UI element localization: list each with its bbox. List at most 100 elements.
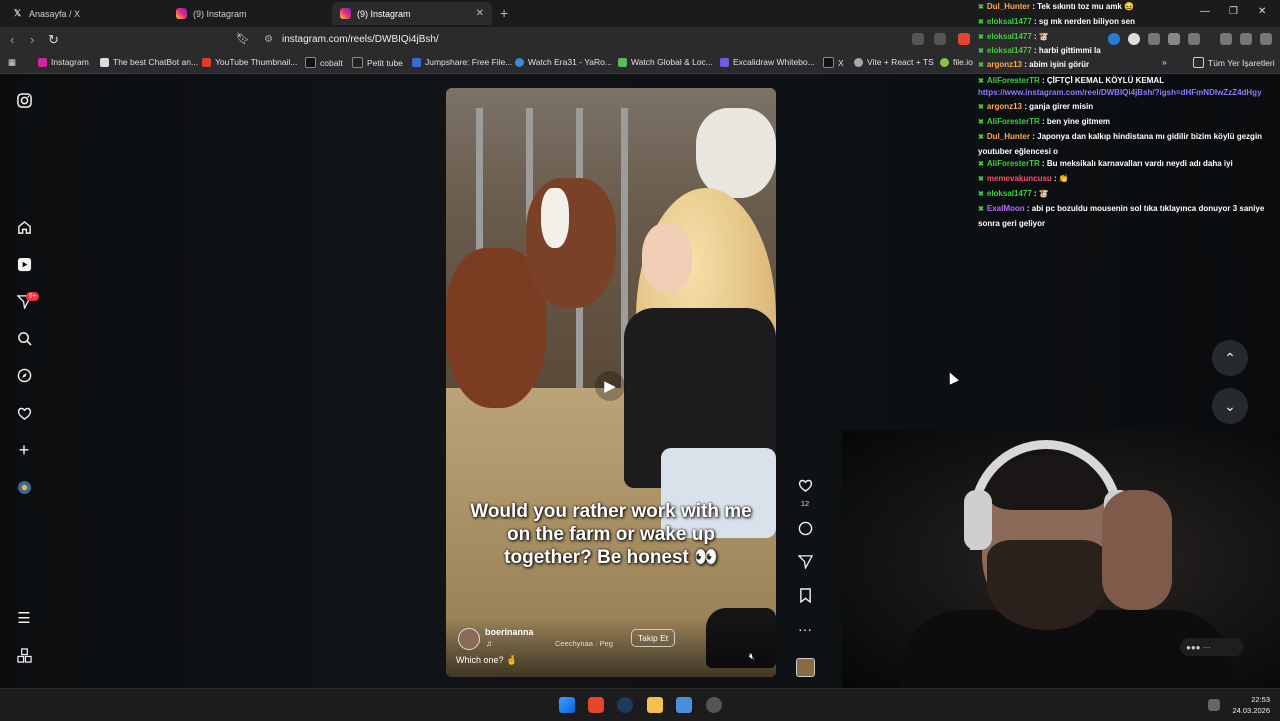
instagram-logo-icon[interactable] — [16, 92, 32, 108]
bookmark-item[interactable]: The best ChatBot an... — [100, 57, 198, 67]
woman-face — [642, 223, 692, 293]
bookmark-item[interactable]: Instagram — [38, 57, 89, 67]
chat-text: : 👏 — [1054, 174, 1069, 183]
chat-message: ✖ AliForesterTR : ben yine gitmem — [978, 115, 1110, 130]
reel-video[interactable]: ▶ Would you rather work with me on the f… — [446, 88, 776, 677]
forward-icon[interactable]: › — [30, 32, 34, 47]
next-reel-button[interactable]: ⌄ — [1212, 388, 1248, 424]
bookmark-label: Vite + React + TS — [867, 57, 934, 67]
chat-user: ExalMoon — [986, 204, 1025, 213]
comment-icon[interactable] — [796, 521, 814, 539]
brave-browser-icon[interactable] — [588, 697, 604, 713]
profile-avatar[interactable] — [16, 479, 32, 495]
apps-grid-icon[interactable]: ▦ — [8, 57, 16, 68]
chat-user: eloksal1477 — [986, 189, 1032, 198]
previous-reel-button[interactable]: ⌃ — [1212, 340, 1248, 376]
chat-badge-icon: ✖ — [978, 4, 984, 11]
follow-button[interactable]: Takip Et — [631, 629, 675, 647]
cow-blaze — [541, 188, 569, 248]
mute-icon[interactable]: 🔇︎ — [749, 651, 755, 662]
bookmark-icon[interactable]: 🔖︎ — [236, 32, 250, 45]
bookmark-item[interactable]: Watch Global & Loc... — [618, 57, 713, 67]
tab-label: (9) Instagram — [357, 8, 411, 19]
bookmark-item[interactable]: YouTube Thumbnail... — [202, 57, 297, 67]
chat-badge-icon: ✖ — [978, 19, 984, 26]
x-logo-icon: 𝕏 — [13, 8, 22, 18]
play-icon[interactable]: ▶ — [595, 371, 625, 401]
app-icon[interactable] — [676, 697, 692, 713]
reload-icon[interactable]: ↻ — [48, 32, 59, 48]
save-bookmark-icon[interactable] — [796, 588, 814, 606]
tab-label: Anasayfa / X — [29, 8, 81, 19]
system-clock[interactable]: 22:53 24.03.2026 — [1232, 694, 1270, 716]
chat-badge-icon: ✖ — [978, 206, 984, 213]
chat-message: ✖ eloksal1477 : 🐮 — [978, 30, 1049, 45]
instagram-icon — [176, 8, 187, 19]
chat-badge-icon: ✖ — [978, 119, 984, 126]
bookmark-item[interactable]: Vite + React + TS — [854, 57, 934, 67]
chat-text: : sg mk nerden biliyon sen — [1034, 17, 1135, 26]
speaker-icon[interactable] — [1208, 699, 1220, 711]
like-count: 12 — [800, 499, 810, 508]
bookmark-label: The best ChatBot an... — [113, 57, 199, 67]
chat-message: ✖ AliForesterTR : Bu meksikalı karnavalla… — [978, 157, 1233, 172]
notifications-heart-icon[interactable] — [16, 405, 32, 421]
file-explorer-icon[interactable] — [647, 697, 663, 713]
explore-icon[interactable] — [16, 367, 32, 383]
audio-track[interactable]: Ceechynaa · Peg — [555, 639, 613, 648]
home-icon[interactable] — [16, 219, 32, 235]
chat-text: : Bu meksikalı karnavalları vardı neydi … — [1042, 159, 1233, 168]
more-options-icon[interactable]: ··· — [796, 621, 814, 637]
new-tab-button[interactable]: + — [500, 5, 508, 21]
chat-message: ✖ Dul_Hunter : Tek sıkıntı toz mu amk 😖 — [978, 0, 1134, 15]
url-field[interactable]: ⚙︎ instagram.com/reels/DWBIQi4jBsh/ — [258, 31, 948, 49]
chat-user: AliForesterTR — [986, 159, 1040, 168]
bookmark-item[interactable]: file.io — [940, 57, 973, 67]
chat-badge-icon: ✖ — [978, 104, 984, 111]
bookmark-item[interactable]: X — [823, 57, 844, 68]
bookmark-item[interactable]: Petit tube — [352, 57, 403, 68]
obs-icon[interactable] — [706, 697, 722, 713]
share-icon[interactable] — [934, 33, 946, 45]
music-note-icon: ♫ — [486, 639, 492, 648]
tab-x-home[interactable]: 𝕏 Anasayfa / X — [4, 2, 166, 25]
headset-earcup — [964, 490, 992, 550]
like-heart-icon[interactable] — [796, 478, 814, 496]
reels-icon[interactable] — [16, 256, 32, 272]
mouse-cursor — [945, 370, 959, 385]
windows-start-icon[interactable] — [559, 697, 575, 713]
tab-instagram-active[interactable]: (9) Instagram ✕ — [332, 2, 492, 25]
bookmark-item[interactable]: Excalidraw Whitebo... — [720, 57, 815, 67]
chat-text: : harbi gittimmi la — [1034, 46, 1101, 55]
chat-user: AliForesterTR — [986, 117, 1040, 126]
tab-instagram-1[interactable]: (9) Instagram — [168, 2, 330, 25]
bookmark-label: Excalidraw Whitebo... — [733, 57, 815, 67]
chat-text: : 🐮 — [1034, 32, 1049, 41]
bookmark-item[interactable]: cobalt — [305, 57, 343, 68]
site-info-icon[interactable]: ⚙︎ — [264, 31, 273, 49]
share-icon[interactable] — [796, 554, 814, 572]
chat-badge-icon: ✖ — [978, 48, 984, 55]
bookmark-item[interactable]: Watch Era31 - YaRo... — [515, 57, 612, 67]
steam-icon[interactable] — [617, 697, 633, 713]
chat-message: ✖ Dul_Hunter : Japonya dan kalkıp hindist… — [978, 130, 1274, 158]
chat-text: : ben yine gitmem — [1042, 117, 1111, 126]
search-icon[interactable] — [16, 330, 32, 346]
clock-time: 22:53 — [1251, 695, 1270, 704]
reactions-pill[interactable]: ●●● ··· — [1180, 638, 1244, 656]
creator-avatar[interactable] — [458, 628, 480, 650]
brave-shield-icon[interactable] — [958, 33, 970, 45]
close-tab-icon[interactable]: ✕ — [476, 8, 484, 19]
cast-icon[interactable] — [912, 33, 924, 45]
more-menu-icon[interactable]: ☰ — [16, 610, 32, 627]
back-icon[interactable]: ‹ — [10, 32, 14, 47]
chat-message: ✖ ExalMoon : abi pc bozuldu mousenin sol … — [978, 202, 1274, 230]
also-from-meta-icon[interactable] — [16, 647, 32, 663]
chat-text: : 🐮 — [1034, 189, 1049, 198]
bookmark-item[interactable]: Jumpshare: Free File... — [412, 57, 512, 67]
audio-thumbnail[interactable] — [796, 658, 815, 677]
create-plus-icon[interactable]: + — [16, 440, 32, 460]
chat-link[interactable]: https://www.instagram.com/reel/DWBIQi4jB… — [978, 86, 1262, 100]
creator-username[interactable]: boerinanna — [485, 627, 534, 637]
chat-message: ✖ eloksal1477 : harbi gittimmi la — [978, 44, 1101, 59]
